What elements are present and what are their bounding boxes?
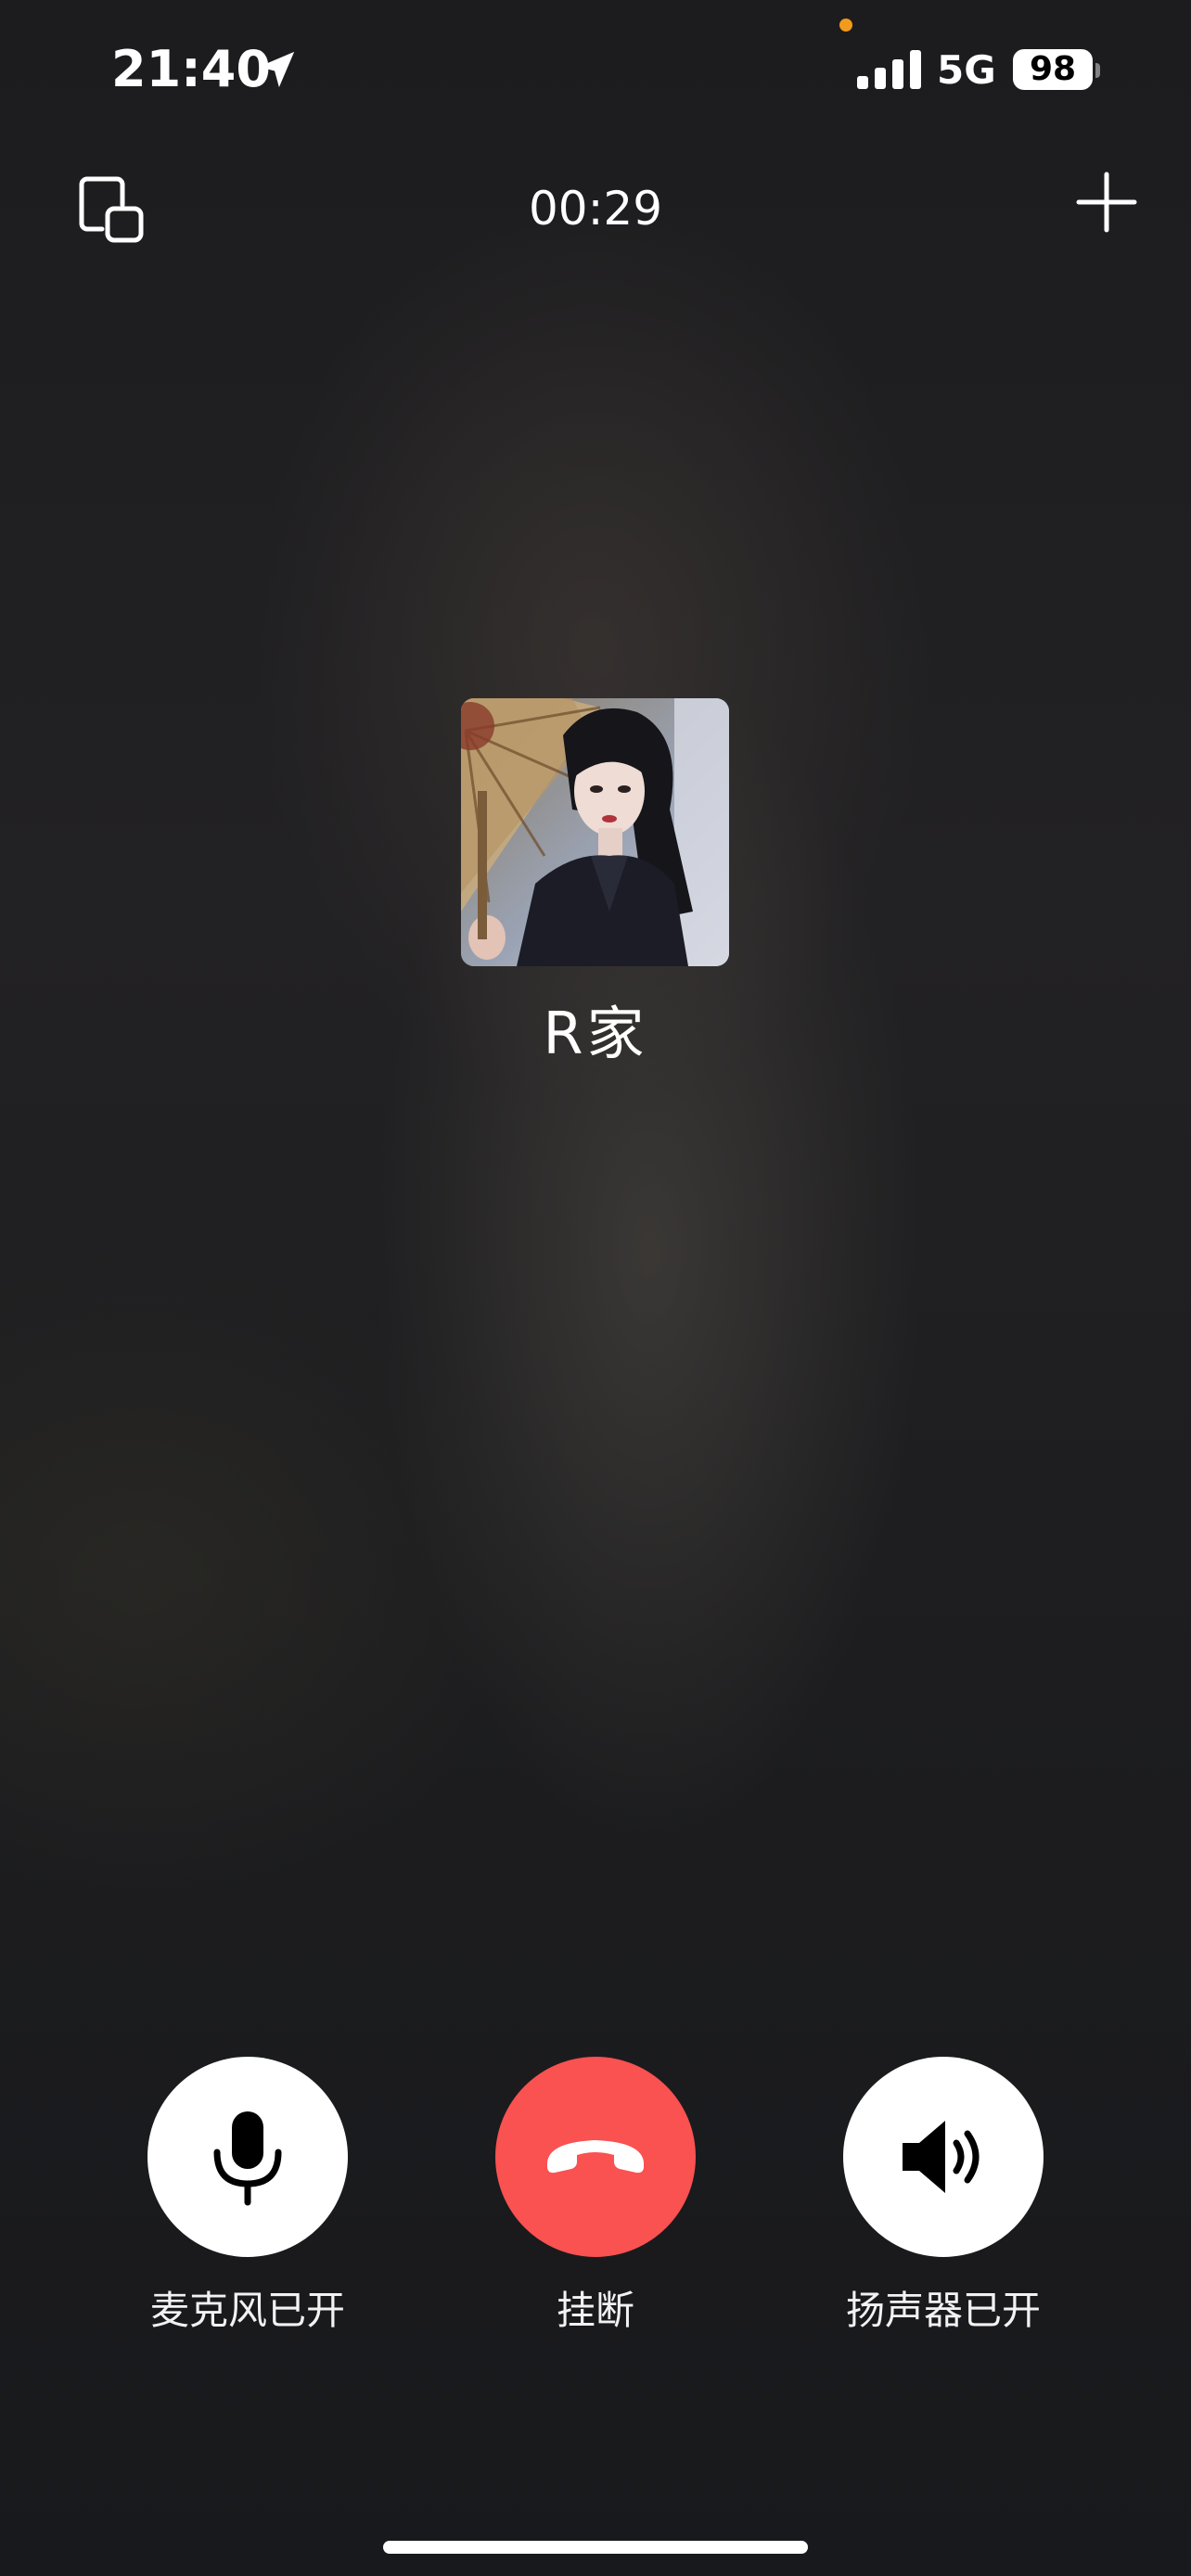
battery-nub (1095, 63, 1100, 78)
contact-name: R家 (543, 1000, 648, 1067)
speaker-label: 扬声器已开 (845, 2288, 1041, 2333)
hang-up-label: 挂断 (556, 2288, 634, 2333)
hang-up-phone-icon (547, 2140, 644, 2174)
avatar (461, 698, 729, 966)
network-type: 5G (937, 47, 996, 93)
privacy-indicator-dot (839, 19, 852, 32)
microphone-icon (213, 2111, 282, 2206)
mute-microphone-button[interactable] (147, 2057, 348, 2257)
cellular-signal-icon (857, 50, 921, 89)
hang-up-button[interactable] (495, 2057, 696, 2257)
speaker-button[interactable] (843, 2057, 1044, 2257)
location-arrow-icon (258, 51, 295, 88)
voice-call-screen: 21:40 5G 98 00:29 R家 麦克风已开 挂断 扬声器已开 (0, 0, 1191, 2576)
status-time: 21:40 (111, 40, 271, 98)
plus-icon[interactable] (1076, 172, 1137, 233)
home-indicator[interactable] (383, 2541, 808, 2554)
microphone-label: 麦克风已开 (149, 2288, 345, 2333)
avatar-photo (461, 698, 729, 966)
battery-icon: 98 (1013, 49, 1093, 90)
call-timer: 00:29 (528, 182, 663, 236)
speaker-icon (903, 2121, 980, 2193)
